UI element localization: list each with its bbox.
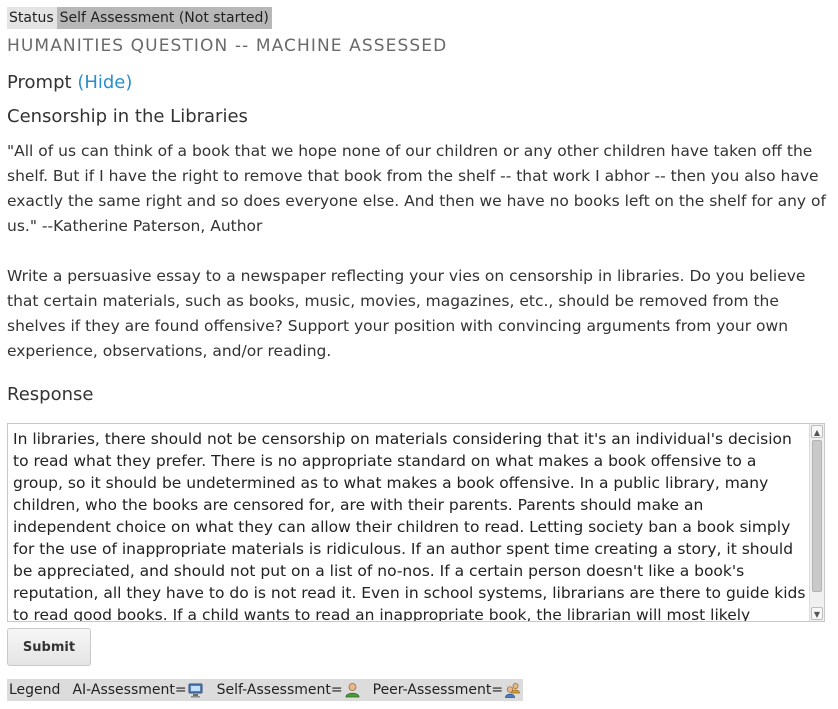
prompt-quote: "All of us can think of a book that we h… bbox=[7, 142, 826, 235]
prompt-label: Prompt bbox=[7, 72, 72, 93]
prompt-instructions: Write a persuasive essay to a newspaper … bbox=[7, 267, 806, 360]
prompt-body: "All of us can think of a book that we h… bbox=[7, 139, 827, 364]
response-text[interactable]: In libraries, there should not be censor… bbox=[13, 428, 806, 621]
scroll-thumb[interactable] bbox=[812, 440, 822, 592]
status-label: Status bbox=[7, 7, 57, 29]
legend-ai-label: AI-Assessment= bbox=[72, 682, 187, 698]
legend-label: Legend bbox=[9, 682, 61, 698]
legend: Legend AI-Assessment= Self-Assessment= P… bbox=[7, 679, 524, 701]
status-bar: Status Self Assessment (Not started) bbox=[7, 7, 272, 29]
people-icon bbox=[504, 682, 521, 698]
problem-header: HUMANITIES QUESTION -- MACHINE ASSESSED bbox=[7, 36, 448, 56]
response-textarea[interactable]: In libraries, there should not be censor… bbox=[7, 423, 825, 622]
response-scrollbar[interactable]: ▲ ▼ bbox=[809, 424, 824, 621]
computer-icon bbox=[188, 682, 205, 698]
submit-button[interactable]: Submit bbox=[7, 628, 91, 666]
scroll-down-arrow-icon[interactable]: ▼ bbox=[811, 607, 823, 620]
legend-self: Self-Assessment= bbox=[217, 682, 361, 698]
prompt-hide-link[interactable]: (Hide) bbox=[77, 72, 132, 93]
legend-peer-label: Peer-Assessment= bbox=[372, 682, 504, 698]
prompt-title: Censorship in the Libraries bbox=[7, 106, 248, 127]
person-icon bbox=[344, 682, 361, 698]
status-value: Self Assessment (Not started) bbox=[56, 7, 272, 29]
legend-peer: Peer-Assessment= bbox=[373, 682, 521, 698]
response-heading: Response bbox=[7, 384, 94, 405]
legend-ai: AI-Assessment= bbox=[72, 682, 204, 698]
scroll-up-arrow-icon[interactable]: ▲ bbox=[811, 425, 823, 438]
legend-self-label: Self-Assessment= bbox=[216, 682, 343, 698]
prompt-heading: Prompt (Hide) bbox=[7, 72, 132, 93]
